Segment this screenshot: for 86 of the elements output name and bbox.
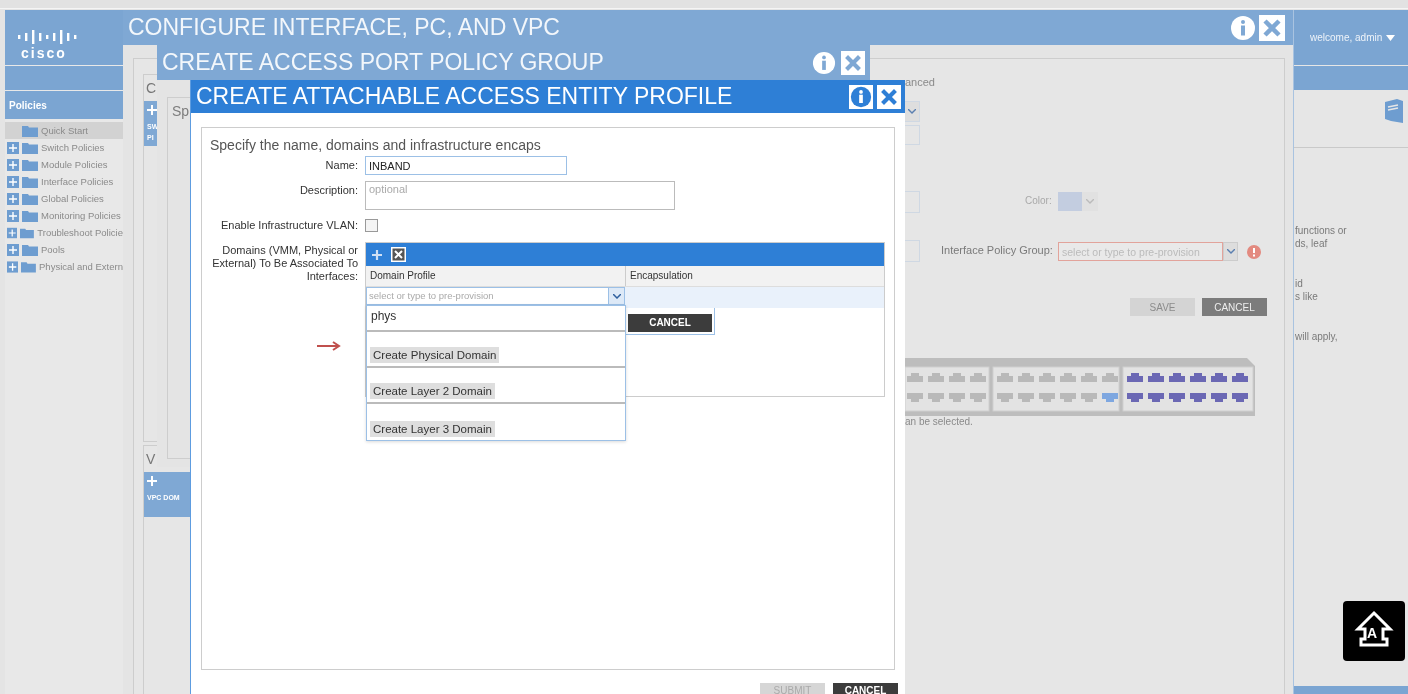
chevron-icon[interactable] — [1226, 249, 1235, 254]
house-arrow-icon[interactable] — [1354, 610, 1394, 650]
hint-text: an be selected. — [905, 416, 973, 427]
combo-field[interactable]: select or type to pre-provision — [366, 287, 625, 305]
logo-bars-icon — [17, 30, 79, 44]
expand-icon[interactable] — [7, 260, 19, 273]
delete-icon[interactable] — [391, 247, 406, 262]
menu-item[interactable]: phys — [367, 306, 625, 332]
description-field[interactable]: optional — [365, 181, 675, 210]
input-field[interactable] — [905, 125, 920, 145]
panel-heading: V — [145, 450, 157, 469]
info-icon[interactable] — [1230, 14, 1256, 41]
folder-icon — [21, 260, 37, 273]
sidebar-title: Policies — [5, 91, 123, 119]
dialog-button[interactable]: CANCEL — [1202, 298, 1267, 316]
tree-item[interactable]: Quick Start — [5, 122, 123, 139]
field-label: Name: — [324, 158, 358, 173]
folder-icon — [22, 124, 38, 137]
menu-item[interactable]: Create Layer 3 Domain — [370, 421, 495, 437]
folder-icon — [20, 226, 35, 239]
input-field[interactable] — [905, 240, 920, 262]
help-text: ds, leaf — [1295, 237, 1329, 250]
field-label: Enable Infrastructure VLAN: — [220, 218, 358, 233]
cancel-button[interactable]: CANCEL — [628, 313, 712, 332]
tree-item[interactable]: Interface Policies — [5, 173, 123, 190]
field-label: Interface Policy Group: — [941, 244, 1053, 256]
dropdown-button[interactable] — [1223, 242, 1238, 261]
field-label: Color: — [1025, 195, 1052, 206]
folder-icon — [22, 209, 38, 222]
accessibility-button[interactable]: A — [1343, 601, 1405, 661]
field-label: Domains (VMM, Physical or External) To Be Associated To Interfaces: — [211, 244, 358, 283]
panel-heading: C — [145, 79, 158, 98]
help-text: functions or — [1295, 224, 1347, 237]
tree-item[interactable]: Global Policies — [5, 190, 123, 207]
help-text: will apply, — [1295, 330, 1339, 343]
window-title: CREATE ACCESS PORT POLICY GROUP — [162, 49, 605, 76]
info-icon[interactable] — [812, 50, 836, 75]
expand-icon[interactable] — [7, 226, 18, 239]
chevron-icon[interactable] — [612, 293, 621, 299]
folder-icon — [22, 141, 38, 154]
expand-icon[interactable] — [7, 192, 19, 205]
book-icon[interactable] — [1383, 98, 1405, 124]
dropdown[interactable] — [905, 101, 920, 122]
tree-item[interactable]: Switch Policies — [5, 139, 123, 156]
checkbox[interactable] — [365, 219, 378, 232]
close-icon[interactable] — [841, 50, 865, 75]
window-title: CONFIGURE INTERFACE, PC, AND VPC — [128, 14, 561, 41]
tree-item[interactable]: Troubleshoot Policie — [5, 224, 123, 241]
tree-item[interactable]: Module Policies — [5, 156, 123, 173]
add-icon[interactable] — [371, 248, 383, 261]
pointer-arrow-icon — [317, 341, 341, 351]
expand-icon[interactable] — [7, 243, 19, 256]
intro-text: Sp — [172, 103, 190, 119]
error-icon — [1247, 244, 1261, 259]
info-icon[interactable] — [849, 84, 873, 109]
column-header: Domain Profile — [369, 269, 437, 283]
expand-icon[interactable] — [7, 158, 19, 171]
input-field[interactable] — [905, 191, 920, 213]
folder-icon — [22, 243, 38, 256]
close-icon[interactable] — [877, 84, 901, 109]
expand-icon[interactable] — [7, 175, 19, 188]
name-field[interactable]: INBAND — [365, 156, 567, 175]
tree-item[interactable]: Pools — [5, 241, 123, 258]
tab-label[interactable]: anced — [905, 76, 935, 88]
expand-icon[interactable] — [7, 141, 19, 154]
help-text: s like — [1295, 290, 1319, 303]
user-menu[interactable]: welcome, admin — [1310, 32, 1383, 43]
menu-item[interactable]: Create Layer 2 Domain — [370, 383, 495, 399]
folder-icon — [22, 192, 38, 205]
dialog-button[interactable]: CANCEL — [833, 683, 898, 694]
logo-text: cisco — [21, 46, 67, 60]
folder-icon — [22, 175, 38, 188]
window-title: CREATE ATTACHABLE ACCESS ENTITY PROFILE — [196, 83, 734, 110]
column-header: Encapsulation — [625, 266, 884, 286]
chevron-icon[interactable] — [908, 109, 916, 114]
tree-item[interactable]: Physical and Extern — [5, 258, 123, 275]
menu-item[interactable]: Create Physical Domain — [370, 347, 500, 363]
help-text: id — [1295, 277, 1304, 290]
intro-text: Specify the name, domains and infrastructure encaps — [209, 136, 542, 153]
expand-icon[interactable] — [7, 209, 19, 222]
close-icon[interactable] — [1259, 14, 1285, 41]
tree-item[interactable]: Monitoring Policies — [5, 207, 123, 224]
caret-icon[interactable] — [1386, 34, 1396, 41]
color-picker[interactable] — [1058, 192, 1098, 211]
folder-icon — [22, 158, 38, 171]
field-label: Description: — [298, 183, 358, 198]
